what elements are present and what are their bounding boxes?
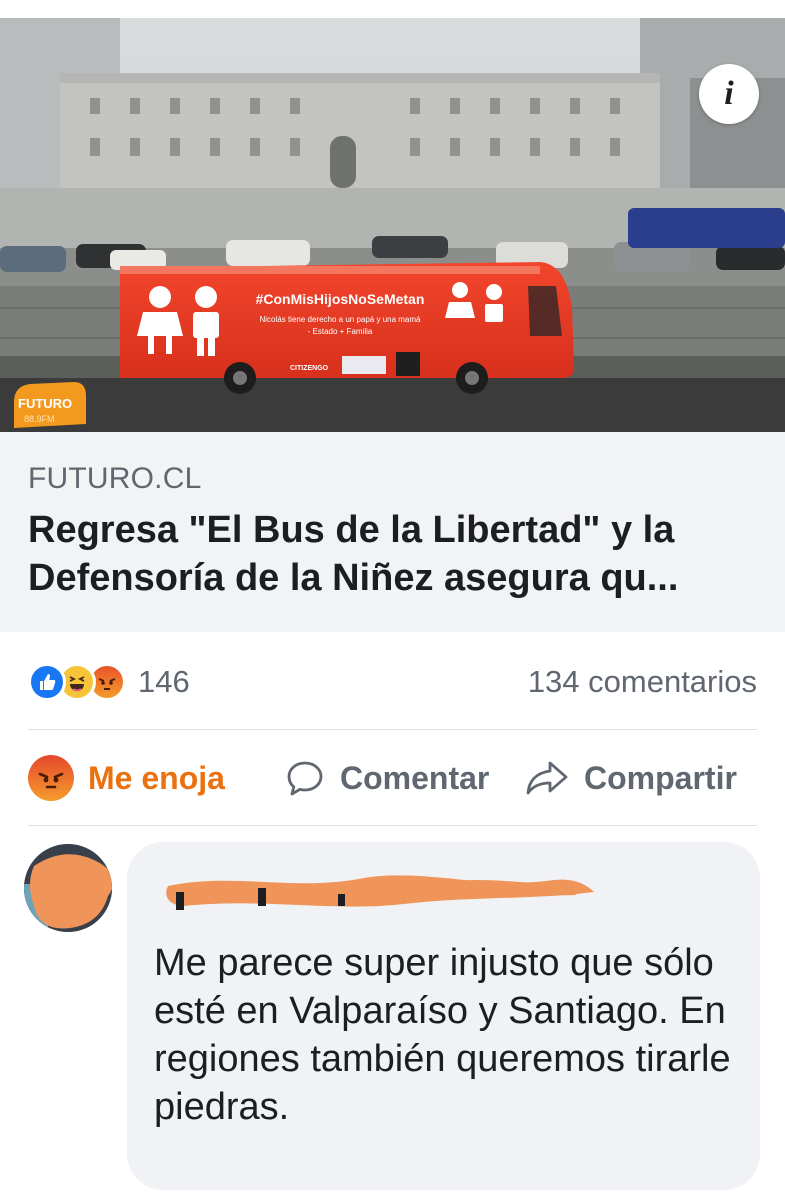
comment-text: Me parece super injusto que sólo esté en… (154, 942, 731, 1128)
reactions-summary: 146 134 comentarios (0, 634, 785, 730)
react-label: Me enoja (88, 759, 225, 796)
avatar-scribble (24, 844, 112, 932)
link-preview-image[interactable]: #ConMisHijosNoSeMetan Nicolás tiene dere… (0, 18, 785, 432)
link-domain: FUTURO.CL (28, 462, 202, 495)
comment-label: Comentar (340, 759, 490, 796)
react-button[interactable]: Me enoja (28, 748, 258, 808)
like-icon (28, 663, 66, 701)
bus-slogan-line2: - Estado + Familia (308, 327, 373, 336)
redaction-scribble (166, 875, 594, 910)
link-title: Regresa "El Bus de la Libertad" y la Def… (28, 509, 679, 599)
bus-hashtag: #ConMisHijosNoSeMetan (256, 291, 425, 307)
comment-button[interactable]: Comentar (284, 748, 512, 808)
futuro-watermark: FUTURO 88.9FM (14, 382, 86, 428)
divider (28, 729, 757, 730)
watermark-line2: 88.9FM (24, 414, 55, 424)
comment-count-link[interactable]: 134 comentarios (528, 664, 757, 700)
reaction-summary-button[interactable]: 146 (28, 663, 190, 701)
angry-icon (28, 755, 74, 801)
divider (28, 825, 757, 826)
info-button[interactable]: i (699, 64, 759, 124)
avatar[interactable] (24, 844, 112, 932)
preview-photo: #ConMisHijosNoSeMetan Nicolás tiene dere… (0, 18, 785, 432)
comment-author-redacted[interactable] (154, 870, 734, 916)
info-icon: i (724, 75, 734, 112)
comment-bubble-icon (287, 761, 323, 796)
watermark-line1: FUTURO (18, 396, 72, 411)
share-button[interactable]: Compartir (524, 748, 737, 808)
bus-logo: CITIZENGO (290, 365, 329, 372)
share-arrow-icon (526, 761, 568, 795)
bus-slogan-line1: Nicolás tiene derecho a un papá y una ma… (260, 315, 422, 324)
action-bar: Me enoja Comentar Compartir (0, 731, 785, 825)
comment-bubble: Me parece super injusto que sólo esté en… (127, 842, 760, 1190)
share-label: Compartir (584, 759, 737, 796)
link-caption[interactable]: FUTURO.CL Regresa "El Bus de la Libertad… (0, 432, 785, 632)
reaction-count: 146 (138, 664, 190, 699)
